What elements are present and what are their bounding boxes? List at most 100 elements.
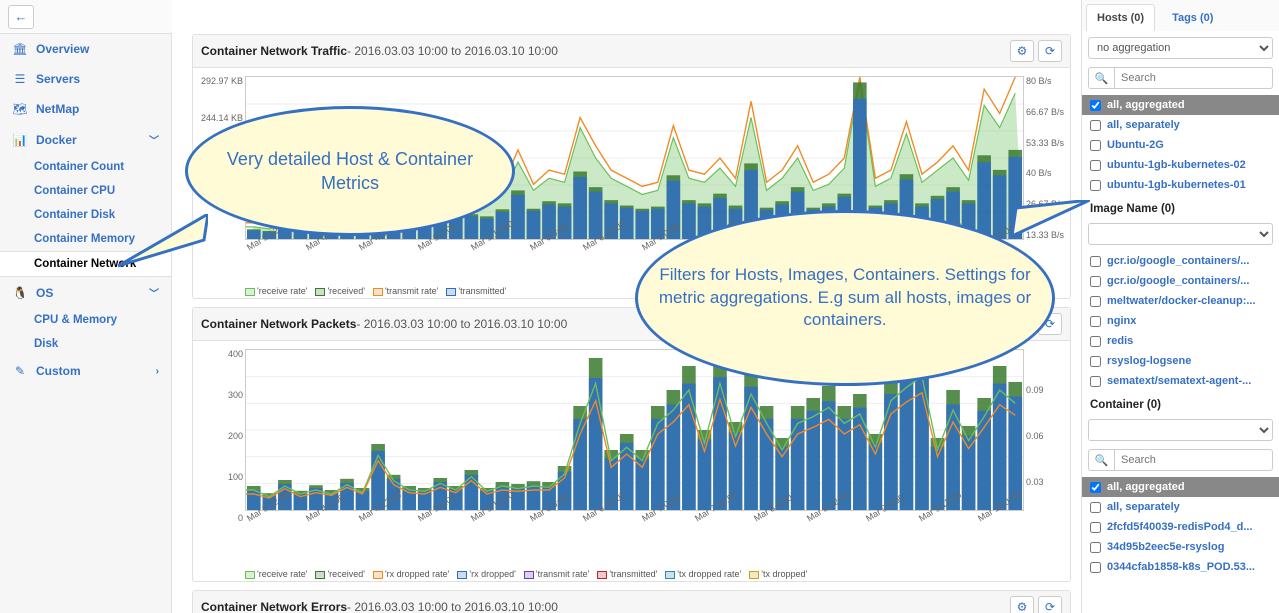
filter-item[interactable]: rsyslog-logsene	[1082, 351, 1279, 371]
legend-item[interactable]: 'receive rate'	[245, 569, 307, 579]
checkbox[interactable]	[1090, 296, 1101, 307]
nav-label: Overview	[36, 42, 89, 56]
nav-overview[interactable]: 🏛 Overview	[0, 34, 171, 64]
checkbox[interactable]	[1090, 100, 1101, 111]
filter-label: meltwater/docker-cleanup:...	[1107, 295, 1256, 307]
filter-item[interactable]: nginx	[1082, 311, 1279, 331]
refresh-icon[interactable]: ⟳	[1038, 40, 1062, 62]
container-search: 🔍	[1088, 449, 1273, 471]
nav-label: Custom	[36, 364, 81, 378]
nav-docker-cpu[interactable]: Container CPU	[0, 179, 171, 203]
hosts-search-input[interactable]	[1114, 67, 1273, 89]
panel-head: Container Network Errors - 2016.03.03 10…	[193, 591, 1070, 613]
nav-os-cpumem[interactable]: CPU & Memory	[0, 308, 171, 332]
sitemap-icon: 🗺	[12, 102, 28, 116]
checkbox[interactable]	[1090, 356, 1101, 367]
legend-item[interactable]: 'rx dropped rate'	[373, 569, 449, 579]
checkbox[interactable]	[1090, 562, 1101, 573]
checkbox[interactable]	[1090, 336, 1101, 347]
filter-item[interactable]: gcr.io/google_containers/...	[1082, 271, 1279, 291]
ytick: 292.97 KB	[197, 76, 243, 86]
checkbox[interactable]	[1090, 180, 1101, 191]
legend-item[interactable]: 'transmit rate'	[524, 569, 589, 579]
legend-item[interactable]: 'received'	[315, 569, 364, 579]
legend-item[interactable]: 'transmitted'	[446, 286, 506, 296]
legend-item[interactable]: 'rx dropped'	[457, 569, 515, 579]
filter-item[interactable]: 34d95b2eec5e-rsyslog	[1082, 537, 1279, 557]
panel-range: - 2016.03.03 10:00 to 2016.03.10 10:00	[347, 44, 558, 58]
filter-item[interactable]: 2fcfd5f40039-redisPod4_d...	[1082, 517, 1279, 537]
legend-item[interactable]: 'transmit rate'	[373, 286, 438, 296]
nav-custom[interactable]: ✎ Custom ›	[0, 356, 171, 386]
checkbox[interactable]	[1090, 256, 1101, 267]
refresh-icon[interactable]: ⟳	[1038, 596, 1062, 613]
ytick: 300	[197, 390, 243, 400]
filter-item[interactable]: ubuntu-1gb-kubernetes-02	[1082, 155, 1279, 175]
filter-item[interactable]: 0344cfab1858-k8s_POD.53...	[1082, 557, 1279, 577]
tachometer-icon: 🏛	[12, 42, 28, 56]
checkbox[interactable]	[1090, 120, 1101, 131]
container-search-input[interactable]	[1114, 449, 1273, 471]
filter-item[interactable]: ubuntu-1gb-kubernetes-01	[1082, 175, 1279, 195]
checkbox[interactable]	[1090, 276, 1101, 287]
filter-item[interactable]: redis	[1082, 331, 1279, 351]
checkbox[interactable]	[1090, 316, 1101, 327]
checkbox[interactable]	[1090, 376, 1101, 387]
legend-item[interactable]: 'transmitted'	[597, 569, 657, 579]
legend-item[interactable]: 'tx dropped rate'	[665, 569, 741, 579]
nav-docker-count[interactable]: Container Count	[0, 155, 171, 179]
ytick: 66.67 B/s	[1026, 107, 1066, 117]
filter-label: gcr.io/google_containers/...	[1107, 255, 1249, 267]
nav-servers[interactable]: ☰ Servers	[0, 64, 171, 94]
image-select[interactable]	[1088, 223, 1273, 245]
filter-label: 0344cfab1858-k8s_POD.53...	[1107, 561, 1255, 573]
checkbox[interactable]	[1090, 502, 1101, 513]
panel-title: Container Network Packets	[201, 317, 356, 331]
aggregation-select[interactable]: no aggregation	[1088, 37, 1273, 59]
filter-item[interactable]: sematext/sematext-agent-...	[1082, 371, 1279, 391]
checkbox[interactable]	[1090, 482, 1101, 493]
panel-range: - 2016.03.03 10:00 to 2016.03.10 10:00	[356, 317, 567, 331]
nav-label: OS	[36, 286, 53, 300]
legend-item[interactable]: 'receive rate'	[245, 286, 307, 296]
sidebar-nav: 🏛 Overview ☰ Servers 🗺 NetMap 📊 Docker ﹀…	[0, 34, 172, 613]
ytick: 200	[197, 431, 243, 441]
filter-label: redis	[1107, 335, 1133, 347]
filter-item[interactable]: all, separately	[1082, 115, 1279, 135]
panel-tools: ⚙ ⟳	[1010, 596, 1062, 613]
legend-item[interactable]: 'received'	[315, 286, 364, 296]
checkbox[interactable]	[1090, 542, 1101, 553]
filter-item[interactable]: all, aggregated	[1082, 477, 1279, 497]
checkbox[interactable]	[1090, 160, 1101, 171]
chevron-right-icon: ›	[156, 366, 159, 377]
legend-item[interactable]: 'tx dropped'	[749, 569, 807, 579]
ytick: 0.06	[1026, 431, 1066, 441]
panel-errors: Container Network Errors - 2016.03.03 10…	[192, 590, 1071, 613]
filter-label: Ubuntu-2G	[1107, 139, 1164, 151]
ytick: 40 B/s	[1026, 168, 1066, 178]
nav-os-disk[interactable]: Disk	[0, 332, 171, 356]
nav-netmap[interactable]: 🗺 NetMap	[0, 94, 171, 124]
container-select[interactable]	[1088, 419, 1273, 441]
filter-label: all, aggregated	[1107, 481, 1185, 493]
tab-tags[interactable]: Tags (0)	[1161, 4, 1224, 31]
filter-item[interactable]: all, aggregated	[1082, 95, 1279, 115]
filter-item[interactable]: meltwater/docker-cleanup:...	[1082, 291, 1279, 311]
panel-range: - 2016.03.03 10:00 to 2016.03.10 10:00	[347, 600, 558, 613]
gear-icon[interactable]: ⚙	[1010, 596, 1034, 613]
filter-item[interactable]: all, separately	[1082, 497, 1279, 517]
checkbox[interactable]	[1090, 140, 1101, 151]
checkbox[interactable]	[1090, 522, 1101, 533]
annotation-bubble-2: Filters for Hosts, Images, Containers. S…	[635, 210, 1055, 386]
filter-item[interactable]: gcr.io/google_containers/...	[1082, 251, 1279, 271]
filter-item[interactable]: Ubuntu-2G	[1082, 135, 1279, 155]
filter-label: ubuntu-1gb-kubernetes-01	[1107, 179, 1246, 191]
tab-hosts[interactable]: Hosts (0)	[1086, 4, 1155, 31]
nav-docker[interactable]: 📊 Docker ﹀	[0, 124, 171, 155]
panel-title: Container Network Traffic	[201, 44, 347, 58]
search-icon: 🔍	[1088, 67, 1114, 89]
nav-os[interactable]: 🐧 OS ﹀	[0, 277, 171, 308]
back-button[interactable]: ←	[8, 5, 34, 29]
filter-label: gcr.io/google_containers/...	[1107, 275, 1249, 287]
gear-icon[interactable]: ⚙	[1010, 40, 1034, 62]
